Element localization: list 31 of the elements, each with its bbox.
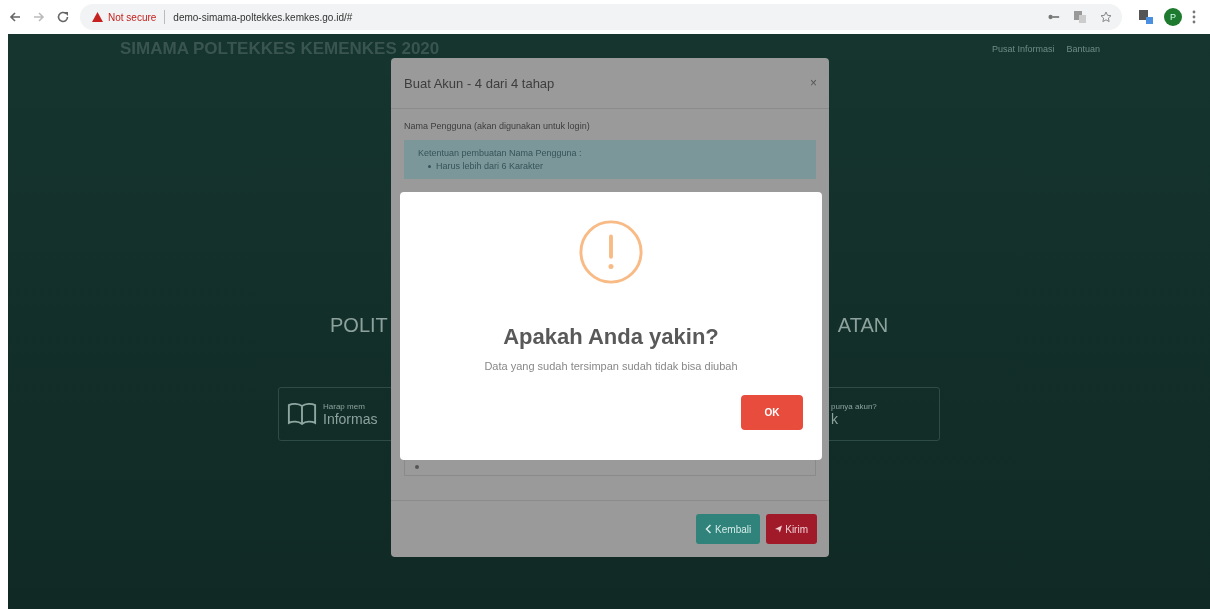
card-hint: Harap mem <box>323 401 366 411</box>
nav-link[interactable]: Pusat Informasi <box>991 44 1055 54</box>
back-icon[interactable] <box>8 10 22 24</box>
nav-link[interactable]: Bantuan <box>1066 44 1100 54</box>
address-text[interactable]: demo-simama-poltekkes.kemkes.go.id/# <box>173 11 353 23</box>
extension-icon[interactable] <box>1138 9 1154 25</box>
card-label: Informas <box>323 410 378 427</box>
reload-icon[interactable] <box>56 10 70 24</box>
alert-title: Apakah Anda yakin? <box>503 324 719 350</box>
rule-text: Harus lebih dari 6 Karakter <box>436 161 544 171</box>
star-icon[interactable] <box>1100 11 1112 23</box>
hero-title: POLIT <box>330 314 388 337</box>
card-label: k <box>831 410 838 427</box>
menu-icon[interactable] <box>1192 10 1196 24</box>
book-icon <box>287 401 317 427</box>
info-title: Ketentuan pembuatan Nama Pengguna : <box>418 148 583 158</box>
warning-icon <box>92 12 103 22</box>
dialog-title: Buat Akun - 4 dari 4 tahap <box>404 75 555 91</box>
profile-avatar[interactable]: P <box>1164 8 1182 26</box>
back-button[interactable]: Kembali <box>696 514 761 544</box>
send-icon <box>775 524 783 534</box>
alert-text: Data yang sudah tersimpan sudah tidak bisa diubah <box>484 360 738 372</box>
warning-icon <box>578 219 644 285</box>
close-button[interactable]: × <box>810 76 817 90</box>
send-button[interactable]: Kirim <box>766 514 817 544</box>
chevron-icon <box>705 524 713 534</box>
ok-button[interactable]: OK <box>741 395 803 430</box>
card-hint: punya akun? <box>831 401 877 411</box>
field-label: Nama Pengguna (akan digunakan untuk login) <box>404 121 591 131</box>
hero-title: ATAN <box>837 314 889 337</box>
security-label[interactable]: Not secure <box>108 11 157 23</box>
